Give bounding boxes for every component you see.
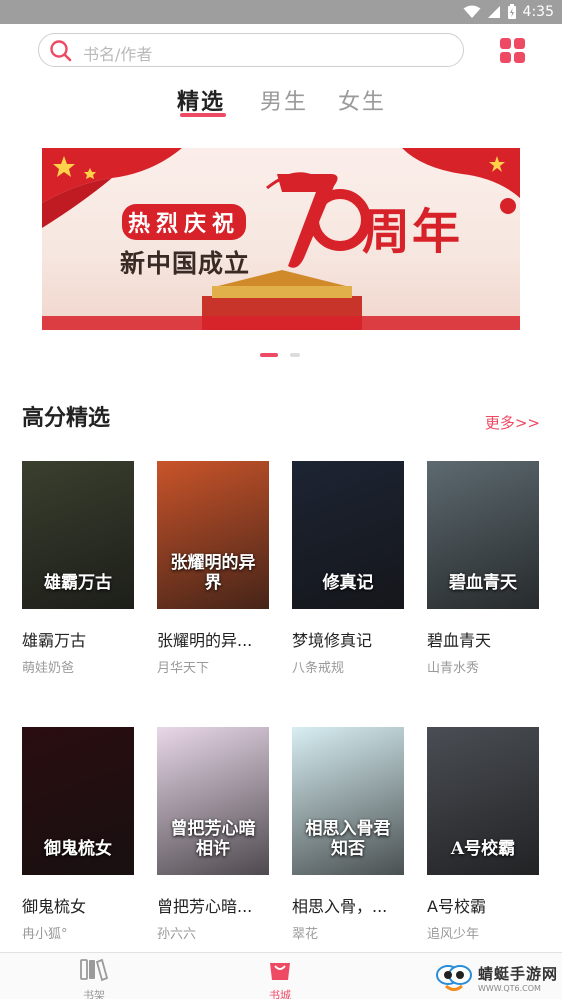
channel-tabs: 精选 男生 女生 (0, 84, 562, 124)
category-grid-icon[interactable] (500, 38, 526, 64)
banner-line1: 热烈庆祝 (122, 204, 247, 240)
promo-banner[interactable]: 热烈庆祝 新中国成立 70 周年 (42, 148, 520, 330)
book-cover-image[interactable]: 碧血青天 (427, 461, 539, 609)
book-cover-title: 御鬼梳女 (44, 839, 112, 859)
book-card[interactable]: 张耀明的异界张耀明的异... 月华天下 (157, 461, 269, 676)
signal-icon (487, 5, 501, 19)
book-card[interactable]: 曾把芳心暗相许曾把芳心暗... 孙六六 (157, 727, 269, 942)
watermark-name: 蜻蜓手游网 (477, 965, 558, 983)
nav-bookshelf-label: 书架 (83, 989, 105, 999)
banner-anniversary-number: 70 (274, 184, 352, 250)
book-card[interactable]: 修真记梦境修真记八条戒规 (292, 461, 404, 676)
book-title[interactable]: 碧血青天 (427, 627, 539, 651)
book-author: 冉小狐° (22, 927, 68, 942)
book-cover-image[interactable]: A号校霸 (427, 727, 539, 875)
book-author: 翠花 (292, 927, 319, 942)
banner-line2: 新中国成立 (120, 249, 251, 278)
pager-dot-active[interactable] (260, 353, 278, 357)
book-cover-image[interactable]: 御鬼梳女 (22, 727, 134, 875)
tab-active-indicator (180, 113, 226, 117)
bookshelf-icon (80, 958, 109, 985)
book-author: 山青水秀 (427, 661, 480, 676)
book-cover-image[interactable]: 雄霸万古 (22, 461, 134, 609)
book-card[interactable]: A号校霸 A号校霸追风少年 (427, 727, 539, 942)
book-author: 孙六六 (157, 927, 197, 942)
book-cover-title: 碧血青天 (449, 573, 517, 593)
battery-icon (507, 4, 517, 20)
site-watermark: 蜻蜓手游网 WWW.QT6.COM (434, 960, 558, 996)
book-author: 八条戒规 (292, 661, 345, 676)
book-title[interactable]: 张耀明的异... (157, 627, 269, 651)
book-title[interactable]: 梦境修真记 (292, 627, 404, 651)
more-link[interactable]: 更多>> (485, 412, 540, 433)
book-title[interactable]: 御鬼梳女 (22, 893, 134, 917)
book-card[interactable]: 雄霸万古 雄霸万古 萌娃奶爸 (22, 461, 134, 676)
book-cover-image[interactable]: 相思入骨君知否 (292, 727, 404, 875)
book-author: 追风少年 (427, 927, 480, 942)
wifi-icon (463, 5, 481, 19)
tab-featured[interactable]: 精选 (177, 84, 225, 116)
book-cover-image[interactable]: 修真记 (292, 461, 404, 609)
book-title[interactable]: 曾把芳心暗... (157, 893, 269, 917)
nav-bookstore-label: 书城 (269, 989, 291, 999)
dragonfly-logo-icon (434, 959, 474, 997)
book-cover-image[interactable]: 张耀明的异界 (157, 461, 269, 609)
book-title[interactable]: A号校霸 (427, 893, 539, 917)
book-cover-title: 曾把芳心暗相许 (170, 819, 256, 859)
banner-pager (0, 353, 562, 359)
tab-female[interactable]: 女生 (338, 84, 386, 116)
search-bar[interactable]: 书名/作者 (38, 33, 464, 67)
book-title[interactable]: 相思入骨，... (292, 893, 404, 917)
status-icons: 4:35 (463, 2, 554, 22)
book-card[interactable]: 碧血青天 碧血青天 山青水秀 (427, 461, 539, 676)
banner-anniversary-suffix: 周年 (362, 204, 463, 260)
watermark-url: WWW.QT6.COM (477, 984, 541, 993)
pager-dot[interactable] (290, 353, 300, 357)
book-cover-image[interactable]: 曾把芳心暗相许 (157, 727, 269, 875)
tab-male[interactable]: 男生 (260, 84, 308, 116)
search-placeholder: 书名/作者 (83, 45, 153, 64)
watermark-text-block: 蜻蜓手游网 WWW.QT6.COM (478, 963, 558, 993)
nav-bookstore[interactable]: 书城 (250, 957, 310, 999)
search-icon (49, 39, 73, 67)
status-time: 4:35 (522, 4, 554, 20)
book-author: 萌娃奶爸 (22, 661, 75, 676)
shopping-bag-icon (267, 963, 293, 985)
book-cover-title: A号校霸 (450, 839, 516, 859)
section-title: 高分精选 (22, 406, 111, 431)
book-author: 月华天下 (157, 661, 210, 676)
book-cover-title: 雄霸万古 (44, 573, 112, 593)
book-title[interactable]: 雄霸万古 (22, 627, 134, 651)
nav-bookshelf[interactable]: 书架 (64, 957, 124, 999)
book-cover-title: 相思入骨君知否 (305, 819, 391, 859)
book-cover-title: 修真记 (322, 573, 374, 593)
status-bar: 4:35 (0, 0, 562, 24)
book-card[interactable]: 御鬼梳女 御鬼梳女 冉小狐° (22, 727, 134, 942)
book-cover-title: 张耀明的异界 (170, 553, 256, 593)
banner-line1-text: 热烈庆祝 (122, 204, 247, 240)
book-card[interactable]: 相思入骨君知否相思入骨，... 翠花 (292, 727, 404, 942)
